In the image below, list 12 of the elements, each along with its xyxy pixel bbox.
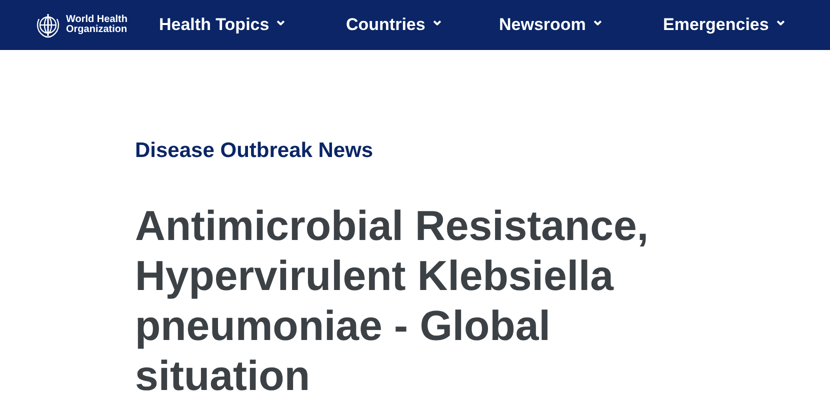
caret-icon: ⌄ — [774, 16, 787, 26]
logo-text[interactable]: World Health Organization — [66, 15, 128, 35]
caret-icon: ⌄ — [590, 16, 604, 26]
nav-menu-button[interactable]: Emergencies ⌄ — [663, 12, 813, 38]
category-link[interactable]: Disease Outbreak News — [135, 138, 830, 164]
globe-emblem-icon[interactable] — [34, 11, 62, 39]
nav-menu-button[interactable]: Countries ⌄ — [346, 12, 499, 38]
caret-icon: ⌄ — [274, 16, 288, 26]
nav-menu-button[interactable]: Newsroom ⌄ — [499, 12, 663, 38]
nav-menu-button[interactable]: Health Topics ⌄ — [159, 12, 346, 38]
article-title: Antimicrobial Resistance, Hypervirulent Klebsiella pneumoniae - Global situation — [135, 201, 650, 401]
caret-icon: ⌄ — [430, 16, 444, 26]
